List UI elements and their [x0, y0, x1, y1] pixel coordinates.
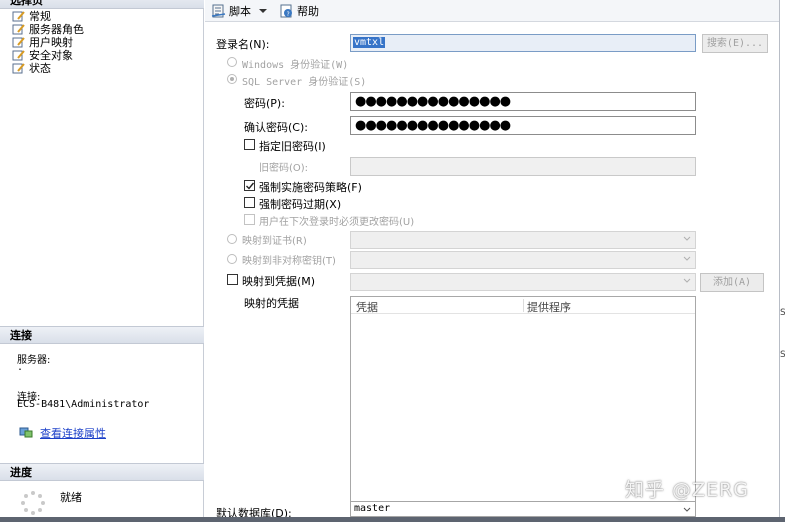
login-name-value: vmtxl	[353, 37, 386, 48]
toolbar: 脚本 ? 帮助	[205, 0, 779, 22]
page-icon	[12, 11, 25, 22]
page-item-label: 服务器角色	[29, 23, 84, 36]
confirm-password-label: 确认密码(C):	[244, 121, 308, 134]
password-value: ●●●●●●●●●●●●●●●	[355, 94, 511, 109]
help-button[interactable]: ? 帮助	[279, 3, 319, 19]
connection-properties-icon	[19, 426, 33, 441]
map-asym-key-label: 映射到非对称密钥(T)	[242, 256, 336, 267]
edge-mark: S	[780, 308, 785, 318]
connection-value: ECS-B481\Administrator	[17, 399, 150, 410]
specify-old-password-label: 指定旧密码(I)	[259, 140, 326, 153]
map-cert-label: 映射到证书(R)	[242, 236, 307, 247]
login-name-label: 登录名(N):	[216, 38, 270, 51]
general-page-panel: 登录名(N): vmtxl 搜索(E)... Windows 身份验证(W) S…	[205, 23, 779, 517]
password-label: 密码(P):	[244, 97, 285, 110]
progress-header: 进度	[0, 463, 204, 481]
map-cert-radio[interactable]	[227, 234, 237, 244]
page-icon	[12, 50, 25, 61]
login-name-input[interactable]: vmtxl	[350, 34, 696, 52]
script-button[interactable]: 脚本	[211, 3, 271, 19]
grid-header-divider	[523, 299, 524, 312]
window-edge	[779, 0, 780, 517]
windows-auth-label: Windows 身份验证(W)	[242, 60, 349, 71]
page-item-label: 常规	[29, 10, 51, 23]
chevron-down-icon	[259, 8, 267, 13]
old-password-label: 旧密码(O):	[259, 163, 309, 174]
grid-header-row: 凭据 提供程序	[351, 297, 695, 314]
asym-key-select[interactable]	[350, 251, 696, 269]
sql-auth-radio[interactable]	[227, 74, 237, 84]
credential-select[interactable]	[350, 273, 696, 291]
enforce-policy-label: 强制实施密码策略(F)	[259, 181, 362, 194]
connection-header: 连接	[0, 326, 204, 344]
default-db-label: 默认数据库(D):	[216, 507, 292, 517]
page-item-label: 用户映射	[29, 36, 73, 49]
page-icon	[12, 37, 25, 48]
svg-text:?: ?	[287, 11, 290, 18]
page-item-server-roles[interactable]: 服务器角色	[12, 23, 84, 36]
view-conn-props-link[interactable]: 查看连接属性	[19, 425, 106, 441]
page-item-securables[interactable]: 安全对象	[12, 49, 84, 62]
sql-auth-label: SQL Server 身份验证(S)	[242, 77, 367, 88]
specify-old-password-checkbox[interactable]	[244, 139, 255, 150]
default-db-value: master	[354, 503, 391, 514]
bottom-bar	[0, 517, 785, 522]
help-label: 帮助	[297, 4, 319, 18]
confirm-password-value: ●●●●●●●●●●●●●●●	[355, 118, 511, 133]
login-properties-window: 选择页 常规 服务器角色 用户映射 安全对象 状态 连接 服务器: . 连接: …	[0, 0, 785, 522]
map-asym-key-radio[interactable]	[227, 254, 237, 264]
must-change-checkbox[interactable]	[244, 214, 255, 225]
edge-mark: S	[780, 350, 785, 360]
must-change-label: 用户在下次登录时必须更改密码(U)	[259, 217, 415, 228]
page-item-label: 安全对象	[29, 49, 73, 62]
progress-status: 就绪	[60, 491, 82, 504]
watermark: 知乎 @ZERG	[625, 479, 749, 501]
page-item-label: 状态	[29, 62, 51, 75]
view-conn-props-text: 查看连接属性	[40, 427, 106, 440]
chevron-down-icon	[683, 256, 691, 261]
script-label: 脚本	[229, 4, 251, 18]
chevron-down-icon	[683, 236, 691, 241]
script-icon	[211, 4, 226, 17]
page-item-status[interactable]: 状态	[12, 62, 84, 75]
add-credential-button[interactable]: 添加(A)	[700, 273, 764, 292]
page-icon	[12, 24, 25, 35]
left-pane: 选择页 常规 服务器角色 用户映射 安全对象 状态 连接 服务器: . 连接: …	[0, 0, 204, 522]
old-password-input[interactable]	[350, 157, 696, 176]
help-icon: ?	[280, 4, 292, 18]
chevron-down-icon	[683, 507, 691, 512]
chevron-down-icon	[683, 278, 691, 283]
confirm-password-input[interactable]: ●●●●●●●●●●●●●●●	[350, 116, 696, 135]
checkmark-icon	[246, 182, 255, 190]
page-item-user-mapping[interactable]: 用户映射	[12, 36, 84, 49]
page-list: 常规 服务器角色 用户映射 安全对象 状态	[12, 10, 84, 75]
grid-header-credential: 凭据	[356, 301, 378, 314]
map-credential-checkbox[interactable]	[227, 274, 238, 285]
password-input[interactable]: ●●●●●●●●●●●●●●●	[350, 92, 696, 111]
grid-header-provider: 提供程序	[527, 301, 571, 314]
page-item-general[interactable]: 常规	[12, 10, 84, 23]
mapped-creds-label: 映射的凭据	[244, 297, 299, 310]
enforce-expiration-label: 强制密码过期(X)	[259, 198, 342, 211]
cert-select[interactable]	[350, 231, 696, 249]
enforce-expiration-checkbox[interactable]	[244, 197, 255, 208]
server-value: .	[17, 362, 24, 373]
map-credential-label: 映射到凭据(M)	[242, 275, 316, 288]
page-icon	[12, 63, 25, 74]
enforce-policy-checkbox[interactable]	[244, 180, 255, 191]
windows-auth-radio[interactable]	[227, 57, 237, 67]
progress-spinner-icon	[20, 490, 46, 519]
select-page-header: 选择页	[0, 0, 204, 9]
default-db-select[interactable]: master	[350, 501, 696, 517]
search-button[interactable]: 搜索(E)...	[702, 34, 768, 53]
